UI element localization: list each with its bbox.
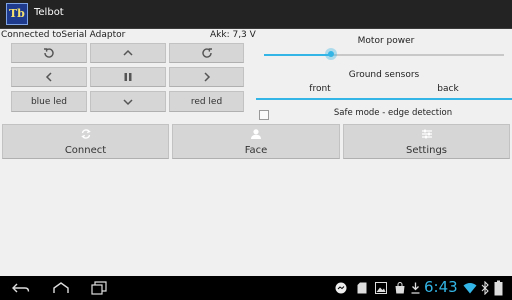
back-icon[interactable] [12, 282, 30, 294]
home-icon[interactable] [52, 282, 70, 294]
back-sensor-indicator [384, 98, 512, 100]
connect-button[interactable]: Connect [2, 124, 169, 159]
wifi-icon [463, 283, 477, 294]
front-sensor-indicator [256, 98, 384, 100]
chevron-up-icon [123, 49, 133, 56]
battery-icon [494, 280, 503, 296]
recent-apps-icon[interactable] [91, 281, 107, 295]
rotate-cw-icon [201, 48, 212, 58]
messenger-icon [335, 282, 347, 294]
connect-label: Connect [64, 144, 107, 156]
sd-card-icon [357, 282, 367, 294]
move-down-button[interactable] [90, 91, 166, 112]
clock: 6:43 [424, 278, 458, 296]
app-title: Telbot [34, 7, 64, 18]
rotate-right-button[interactable] [169, 43, 244, 63]
chevron-right-icon [203, 72, 210, 82]
settings-label: Settings [405, 144, 447, 156]
refresh-icon [80, 128, 91, 139]
connection-status: Connected toSerial Adaptor [1, 30, 126, 40]
system-navigation-bar: 6:43 [0, 276, 512, 300]
motor-power-slider[interactable] [264, 47, 504, 61]
rotate-left-button[interactable] [11, 43, 87, 63]
app-icon-text: Tb [9, 7, 25, 20]
gallery-icon [375, 282, 387, 294]
settings-button[interactable]: Settings [343, 124, 510, 159]
face-button[interactable]: Face [172, 124, 340, 159]
app-icon[interactable]: Tb [6, 3, 28, 25]
ground-sensors-label: Ground sensors [348, 70, 420, 80]
front-sensor-label: front [309, 84, 331, 94]
slider-thumb[interactable] [325, 48, 337, 60]
slider-fill [264, 54, 331, 56]
sliders-icon [421, 129, 432, 138]
chevron-left-icon [45, 72, 52, 82]
rotate-ccw-icon [44, 48, 54, 58]
action-bar: Tb Telbot [0, 0, 512, 29]
safe-mode-checkbox[interactable] [259, 110, 269, 120]
motor-power-label: Motor power [357, 36, 415, 46]
red-led-button[interactable]: red led [169, 91, 244, 112]
pause-button[interactable] [90, 67, 166, 87]
move-up-button[interactable] [90, 43, 166, 63]
front-sensor-tab[interactable]: front [256, 83, 384, 100]
move-right-button[interactable] [169, 67, 244, 87]
move-left-button[interactable] [11, 67, 87, 87]
chevron-down-icon [123, 98, 133, 105]
person-icon [251, 128, 261, 139]
face-label: Face [244, 144, 268, 156]
back-sensor-tab[interactable]: back [384, 83, 512, 100]
store-icon [395, 282, 405, 294]
battery-status: Akk: 7,3 V [210, 30, 256, 40]
blue-led-button[interactable]: blue led [11, 91, 87, 112]
safe-mode-label: Safe mode - edge detection [333, 108, 453, 118]
pause-icon [124, 73, 132, 81]
bluetooth-icon [481, 281, 489, 295]
download-icon [411, 282, 420, 294]
back-sensor-label: back [437, 84, 459, 94]
